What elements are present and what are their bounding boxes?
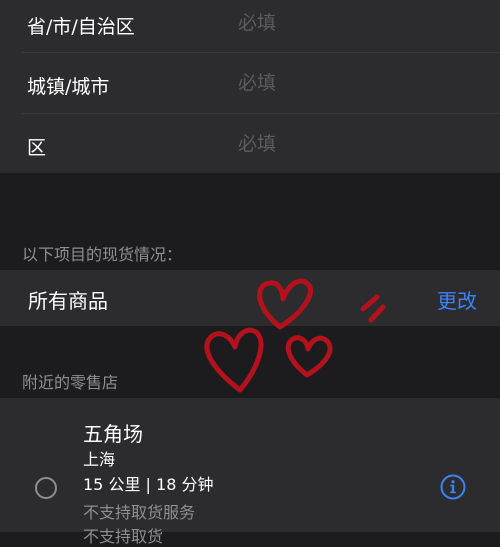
district-row[interactable]: 区 — [0, 114, 500, 174]
district-label: 区 — [27, 137, 47, 159]
store-city: 上海 — [83, 450, 116, 469]
city-row[interactable]: 城镇/城市 — [0, 53, 500, 113]
address-form: 省/市/自治区 城镇/城市 区 — [0, 0, 500, 173]
province-label: 省/市/自治区 — [27, 16, 135, 38]
dash-mark-icon — [360, 294, 380, 312]
heart-right-icon — [285, 335, 333, 378]
heart-large-icon — [257, 278, 313, 330]
nearby-stores-header: 附近的零售店 — [22, 373, 119, 392]
store-row[interactable]: 五角场 上海 15 公里 | 18 分钟 不支持取货服务 不支持取货 — [0, 398, 500, 546]
heart-doodles — [204, 278, 386, 393]
info-icon[interactable] — [440, 474, 466, 500]
city-label: 城镇/城市 — [27, 76, 110, 98]
store-pickup-status: 不支持取货服务 — [83, 503, 196, 522]
change-button[interactable]: 更改 — [437, 285, 477, 314]
all-items-label: 所有商品 — [28, 289, 108, 313]
store-radio-button[interactable] — [35, 477, 57, 499]
province-row[interactable]: 省/市/自治区 — [0, 0, 500, 60]
store-distance: 15 公里 | 18 分钟 — [83, 475, 214, 494]
availability-header: 以下项目的现货情况： — [22, 245, 183, 264]
city-field[interactable] — [238, 72, 478, 94]
heart-left-icon — [204, 327, 264, 393]
store-name: 五角场 — [83, 422, 143, 446]
district-field[interactable] — [238, 133, 478, 155]
province-field[interactable] — [238, 12, 478, 34]
store-extra-line: 不支持取货 — [83, 527, 164, 546]
dash-mark-icon — [368, 304, 386, 323]
